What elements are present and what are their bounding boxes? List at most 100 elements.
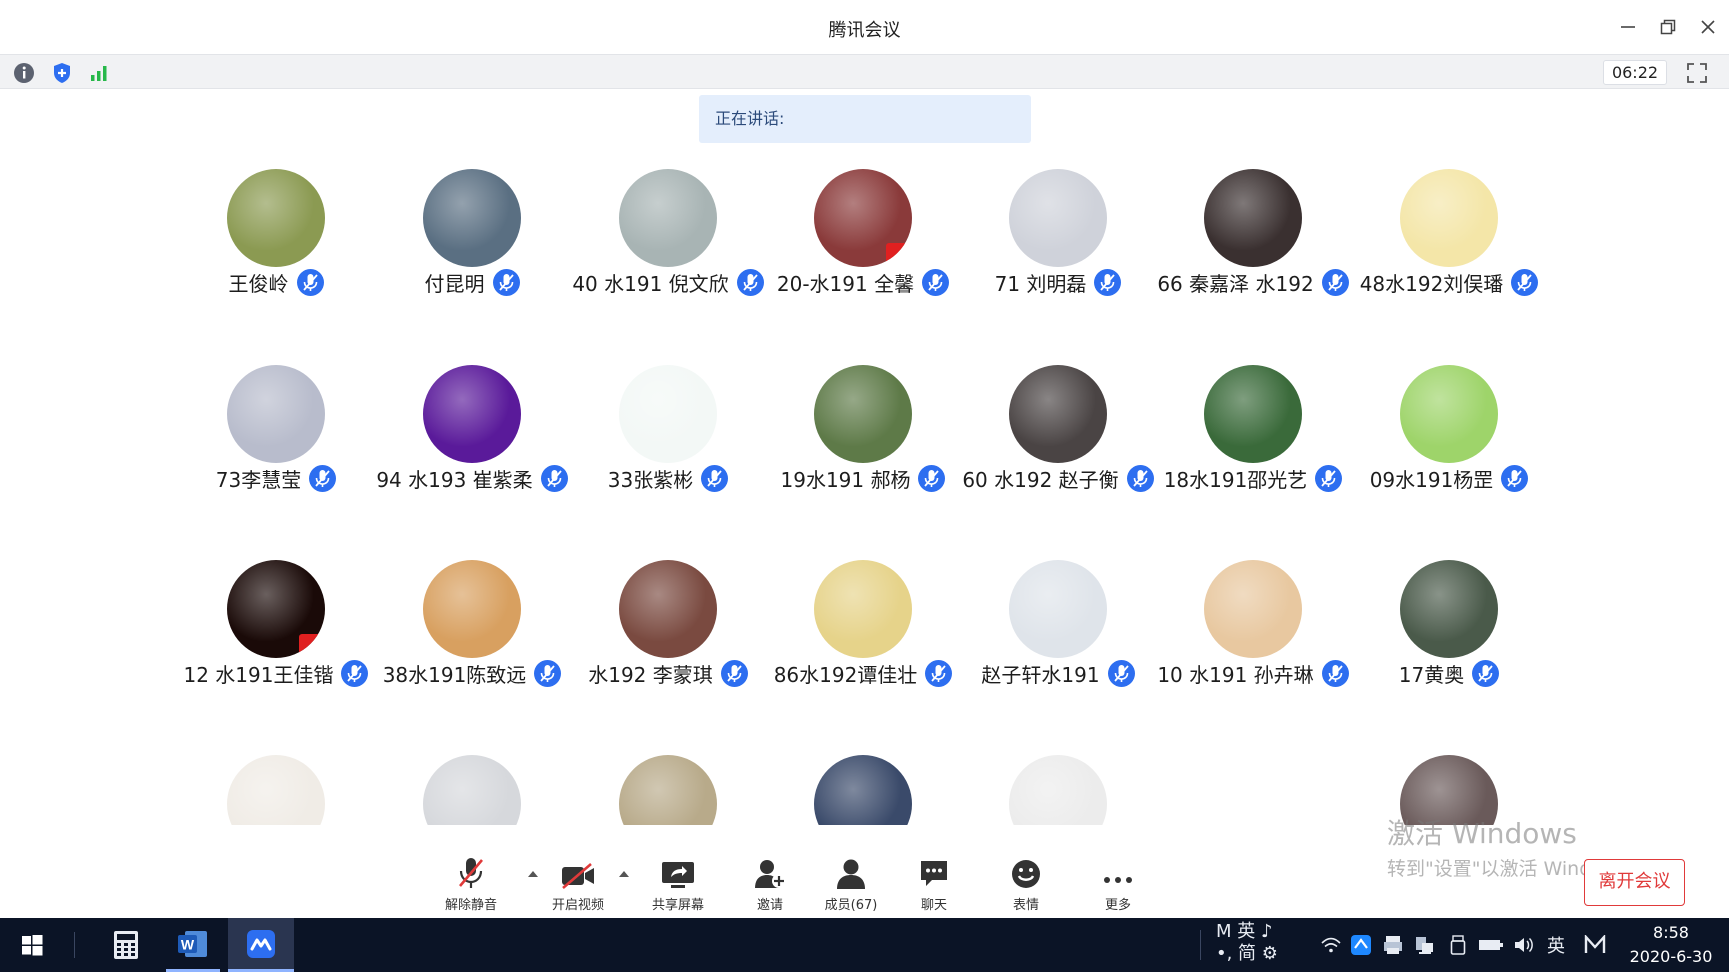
participant-name-row: 09水191杨罡	[1311, 464, 1587, 493]
battery-tray[interactable]	[1476, 918, 1506, 972]
usb-tray[interactable]	[1445, 918, 1471, 972]
participant-name-row: 48水192刘俣璠	[1311, 268, 1587, 297]
svg-text:W: W	[181, 936, 195, 952]
unmute-button[interactable]: 解除静音	[428, 850, 514, 920]
taskbar-separator	[1200, 930, 1201, 960]
share-screen-button[interactable]: 共享屏幕	[635, 850, 721, 920]
user-icon	[837, 859, 865, 889]
participant-name: 19水191 郝杨	[780, 468, 911, 492]
add-user-icon	[755, 860, 786, 888]
participant-name: 水192 李蒙琪	[588, 663, 713, 687]
avatar	[1400, 560, 1498, 658]
clock-date: 2020-6-30	[1629, 947, 1713, 966]
video-options-caret[interactable]	[617, 868, 631, 880]
calculator-icon	[114, 931, 138, 959]
network-tray[interactable]	[1380, 918, 1406, 972]
ime-m-tray[interactable]	[1580, 918, 1610, 972]
avatar	[619, 169, 717, 267]
taskbar-tencent-meeting[interactable]	[228, 918, 294, 972]
microphone-muted-icon	[459, 858, 483, 888]
avatar	[1009, 755, 1107, 825]
smiley-icon	[1012, 860, 1040, 888]
more-label: 更多	[1104, 898, 1131, 913]
chat-bubble-icon	[921, 861, 947, 886]
unmute-label: 解除静音	[444, 898, 497, 913]
wifi-icon	[1321, 937, 1341, 953]
members-label: 成员(67)	[824, 898, 878, 913]
share-screen-label: 共享屏幕	[651, 898, 704, 913]
emoji-button[interactable]: 表情	[983, 850, 1069, 920]
battery-icon	[1479, 940, 1503, 950]
taskbar-calculator[interactable]	[102, 918, 150, 972]
avatar	[1204, 169, 1302, 267]
caret-up-icon	[619, 871, 629, 877]
participant-name: 48水192刘俣璠	[1359, 272, 1504, 296]
participant-tile[interactable]: 17黄奥	[1351, 560, 1547, 700]
flag-badge-icon	[886, 243, 910, 263]
avatar	[227, 560, 325, 658]
microphone-muted-icon	[309, 465, 337, 492]
microphone-muted-icon	[296, 269, 324, 296]
avatar	[1400, 169, 1498, 267]
start-button[interactable]	[10, 918, 54, 972]
avatar	[1009, 560, 1107, 658]
avatar	[227, 755, 325, 825]
leave-meeting-button[interactable]: 离开会议	[1584, 859, 1685, 906]
avatar	[227, 169, 325, 267]
input-language[interactable]: 英	[1542, 918, 1570, 972]
printer-icon	[1384, 936, 1402, 954]
avatar	[423, 365, 521, 463]
volume-tray[interactable]	[1510, 918, 1538, 972]
more-button[interactable]: 更多	[1075, 850, 1161, 920]
computer-icon	[1416, 937, 1433, 954]
watermark-title: 激活 Windows	[1387, 817, 1577, 850]
participant-tile[interactable]: 09水191杨罡	[1351, 365, 1547, 505]
ime-mode-bottom: •, 简 ⚙	[1216, 943, 1278, 964]
participant-name-row: 17黄奥	[1311, 659, 1587, 688]
avatar	[619, 755, 717, 825]
tencent-app-icon	[1351, 935, 1371, 955]
usb-drive-icon	[1450, 935, 1466, 955]
device-tray[interactable]	[1411, 918, 1437, 972]
participant-name: 18水191邵光艺	[1163, 468, 1308, 492]
participant-name: 12 水191王佳锴	[183, 663, 334, 687]
chat-button[interactable]: 聊天	[891, 850, 977, 920]
avatar	[814, 365, 912, 463]
microphone-muted-icon	[492, 269, 520, 296]
ime-indicator[interactable]: M 英 ♪ •, 简 ⚙	[1216, 921, 1278, 965]
avatar	[1204, 560, 1302, 658]
participant-name: 17黄奥	[1398, 663, 1465, 687]
invite-button[interactable]: 邀请	[727, 850, 813, 920]
avatar	[423, 560, 521, 658]
taskbar-word[interactable]: W	[166, 918, 220, 972]
taskbar-clock[interactable]: 8:58 2020-6-30	[1618, 921, 1724, 969]
control-bar: 解除静音 开启视频 共享屏幕 邀请 成员(67) 聊天 表情 更多	[0, 850, 1590, 920]
qq-tray[interactable]	[1348, 918, 1374, 972]
microphone-muted-icon	[1472, 660, 1500, 687]
avatar	[227, 365, 325, 463]
members-button[interactable]: 成员(67)	[808, 850, 894, 920]
windows-logo-icon	[22, 935, 43, 956]
ime-m-icon	[1584, 935, 1606, 953]
microphone-muted-icon	[1501, 465, 1529, 492]
clock-time: 8:58	[1653, 923, 1689, 942]
participant-name: 73李慧莹	[215, 468, 302, 492]
ime-mode-top: M 英 ♪	[1216, 921, 1273, 942]
flag-badge-icon	[299, 634, 323, 654]
more-dots-icon	[1104, 877, 1132, 883]
camera-off-icon	[562, 863, 594, 889]
participant-name: 38水191陈致远	[382, 663, 527, 687]
participant-name: 71 刘明磊	[994, 272, 1087, 296]
avatar	[814, 560, 912, 658]
participant-tile[interactable]: 48水192刘俣璠	[1351, 169, 1547, 309]
audio-options-caret[interactable]	[526, 868, 540, 880]
start-video-button[interactable]: 开启视频	[535, 850, 621, 920]
start-video-label: 开启视频	[551, 898, 604, 913]
speaker-icon	[1515, 937, 1533, 953]
avatar	[1009, 365, 1107, 463]
wifi-tray[interactable]	[1318, 918, 1344, 972]
avatar	[814, 755, 912, 825]
participant-name: 86水192谭佳壮	[773, 663, 918, 687]
word-icon: W	[178, 930, 207, 957]
participant-name: 赵子轩水191	[981, 663, 1100, 687]
